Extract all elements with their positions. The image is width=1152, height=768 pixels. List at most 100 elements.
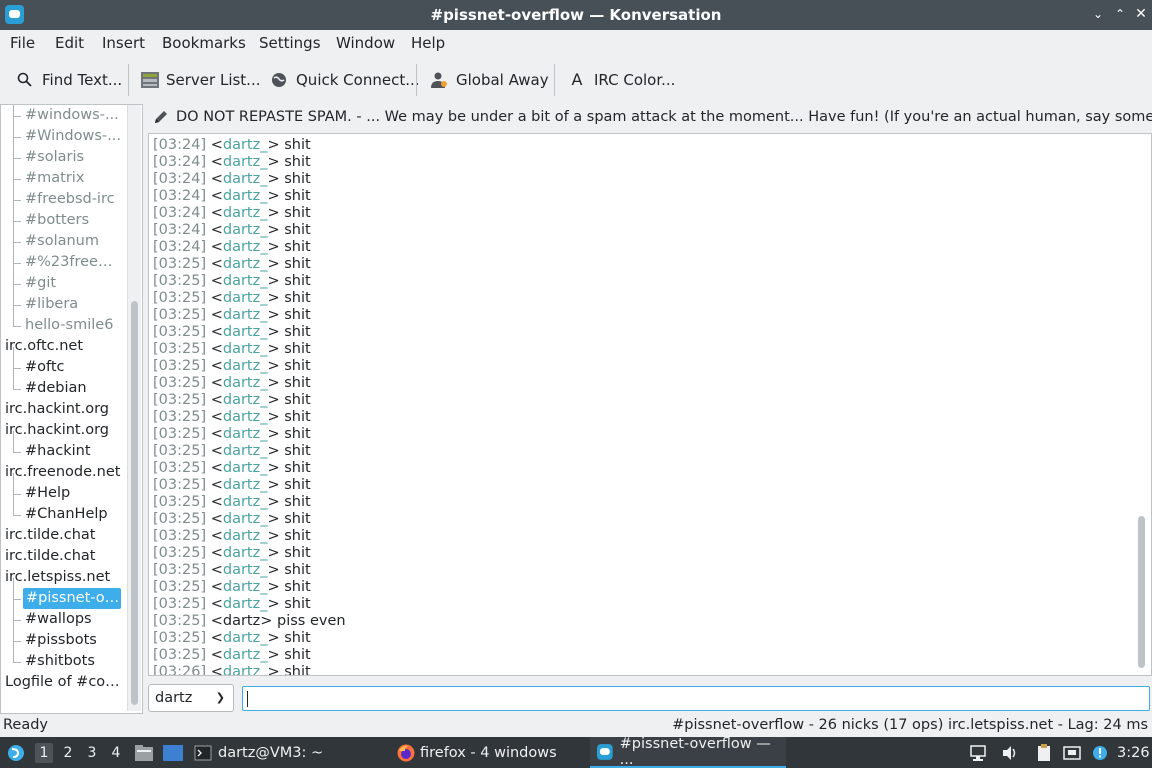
task-firefox[interactable]: firefox - 4 windows — [396, 737, 557, 768]
chat-nick[interactable]: dartz_ — [223, 562, 268, 578]
chat-nick[interactable]: dartz_ — [223, 664, 268, 675]
sidebar-channel-item[interactable]: #matrix — [25, 168, 121, 189]
chat-nick[interactable]: dartz_ — [223, 630, 268, 646]
clipboard-icon[interactable] — [1034, 743, 1054, 763]
sidebar-server-item[interactable]: irc.tilde.chat — [5, 546, 123, 567]
chat-nick[interactable]: dartz_ — [223, 375, 268, 391]
menu-window[interactable]: Window — [336, 34, 395, 52]
sidebar-channel-item[interactable]: #Windows-... — [25, 126, 121, 147]
server-list-button[interactable]: Server List... — [140, 66, 260, 94]
chat-nick[interactable]: dartz_ — [223, 477, 268, 493]
menu-bookmarks[interactable]: Bookmarks — [162, 34, 246, 52]
application-launcher[interactable] — [6, 737, 26, 768]
find-text-button[interactable]: Find Text... — [16, 66, 122, 94]
sidebar-channel-item[interactable]: #botters — [25, 210, 121, 231]
sidebar-channel-item[interactable]: #pissnet-ov... — [23, 588, 121, 609]
sidebar-channel-item[interactable]: hello-smile6 — [25, 315, 121, 336]
sidebar-server-item[interactable]: irc.freenode.net — [5, 462, 123, 483]
sidebar-channel-item[interactable]: #hackint — [25, 441, 121, 462]
sidebar-server-item[interactable]: irc.letspiss.net — [5, 567, 123, 588]
chat-nick[interactable]: dartz_ — [223, 307, 268, 323]
desktop-1[interactable]: 1 — [35, 743, 53, 763]
chat-view[interactable]: [03:24] <dartz_> shit [03:24] <dartz_> sh… — [148, 133, 1152, 676]
message-input[interactable] — [242, 686, 1150, 711]
channel-topic[interactable]: DO NOT REPASTE SPAM. - ... We may be und… — [148, 104, 1152, 130]
task-konversation[interactable]: #pissnet-overflow — ... — [590, 736, 786, 768]
chat-scrollbar-thumb[interactable] — [1138, 516, 1145, 668]
minimize-icon[interactable]: ⌄ — [1090, 6, 1106, 22]
chat-nick[interactable]: dartz_ — [223, 137, 268, 153]
menu-settings[interactable]: Settings — [259, 34, 321, 52]
file-manager-launcher[interactable] — [134, 737, 154, 768]
nick-selector[interactable]: dartz ❯ — [148, 684, 234, 712]
sidebar-channel-item[interactable]: #wallops — [25, 609, 121, 630]
chat-nick[interactable]: dartz_ — [223, 647, 268, 663]
chat-nick[interactable]: dartz_ — [223, 443, 268, 459]
sidebar-server-item[interactable]: irc.tilde.chat — [5, 525, 123, 546]
sidebar-channel-item[interactable]: #debian — [25, 378, 121, 399]
sidebar-channel-item[interactable]: #git — [25, 273, 121, 294]
chat-nick[interactable]: dartz_ — [223, 494, 268, 510]
chat-nick[interactable]: dartz_ — [223, 341, 268, 357]
sidebar-channel-item[interactable]: #freebsd-irc — [25, 189, 121, 210]
irc-color-button[interactable]: A IRC Color... — [568, 66, 676, 94]
sidebar-channel-item[interactable]: #solanum — [25, 231, 121, 252]
sidebar-channel-item[interactable]: #pissbots — [25, 630, 121, 651]
sidebar-server-item[interactable]: irc.hackint.org — [5, 399, 123, 420]
menu-file[interactable]: File — [10, 34, 35, 52]
chat-nick[interactable]: dartz_ — [223, 460, 268, 476]
chat-nick[interactable]: dartz_ — [223, 273, 268, 289]
sidebar-channel-item[interactable]: #Help — [25, 483, 121, 504]
menu-edit[interactable]: Edit — [55, 34, 84, 52]
notification-icon[interactable] — [1090, 743, 1110, 763]
chat-nick[interactable]: dartz_ — [223, 579, 268, 595]
menu-insert[interactable]: Insert — [102, 34, 145, 52]
chat-nick[interactable]: dartz_ — [223, 392, 268, 408]
sidebar-channel-item[interactable]: #windows-... — [25, 105, 121, 126]
task-terminal[interactable]: dartz@VM3: ~ — [194, 737, 323, 768]
chat-nick[interactable]: dartz_ — [223, 528, 268, 544]
menu-help[interactable]: Help — [411, 34, 445, 52]
global-away-button[interactable]: Global Away — [430, 66, 549, 94]
sidebar-scrollbar[interactable] — [127, 105, 141, 711]
quick-connect-button[interactable]: Quick Connect... — [270, 66, 420, 94]
chat-nick[interactable]: dartz_ — [223, 409, 268, 425]
desktop-2[interactable]: 2 — [59, 743, 77, 763]
network-wired-icon[interactable] — [1062, 743, 1082, 763]
desktop-3[interactable]: 3 — [83, 743, 101, 763]
chat-nick[interactable]: dartz_ — [223, 290, 268, 306]
sidebar-server-item[interactable]: Logfile of #col... — [5, 672, 123, 693]
show-desktop-launcher[interactable] — [162, 737, 184, 768]
chat-nick[interactable]: dartz — [223, 613, 260, 629]
chat-nick[interactable]: dartz_ — [223, 256, 268, 272]
chat-nick[interactable]: dartz_ — [223, 239, 268, 255]
desktop-4[interactable]: 4 — [107, 743, 125, 763]
chat-nick[interactable]: dartz_ — [223, 154, 268, 170]
volume-icon[interactable] — [1000, 743, 1020, 763]
chat-nick[interactable]: dartz_ — [223, 511, 268, 527]
sidebar-channel-item[interactable]: #libera — [25, 294, 121, 315]
chat-nick[interactable]: dartz_ — [223, 324, 268, 340]
chat-nick[interactable]: dartz_ — [223, 426, 268, 442]
close-icon[interactable]: ✕ — [1133, 6, 1149, 22]
sidebar-server-item[interactable]: irc.oftc.net — [5, 336, 123, 357]
sidebar-channel-item[interactable]: #oftc — [25, 357, 121, 378]
chat-nick[interactable]: dartz_ — [223, 188, 268, 204]
chat-nick[interactable]: dartz_ — [223, 205, 268, 221]
chat-nick[interactable]: dartz_ — [223, 222, 268, 238]
chat-nick[interactable]: dartz_ — [223, 171, 268, 187]
sidebar-channel-item[interactable]: #shitbots — [25, 651, 121, 672]
sidebar-channel-item[interactable]: #ChanHelp — [25, 504, 121, 525]
chat-nick[interactable]: dartz_ — [223, 358, 268, 374]
chat-nick[interactable]: dartz_ — [223, 596, 268, 612]
chat-scrollbar[interactable] — [1134, 134, 1150, 675]
sidebar-scrollbar-thumb[interactable] — [131, 301, 138, 705]
network-icon[interactable] — [968, 743, 988, 763]
chat-nick[interactable]: dartz_ — [223, 545, 268, 561]
sidebar-channel-item[interactable]: #%23freebsd — [25, 252, 121, 273]
pencil-icon[interactable] — [152, 108, 170, 126]
sidebar-server-item[interactable]: irc.hackint.org — [5, 420, 123, 441]
maximize-icon[interactable]: ⌃ — [1112, 6, 1128, 22]
sidebar-channel-item[interactable]: #solaris — [25, 147, 121, 168]
clock[interactable]: 3:26 — [1117, 737, 1150, 768]
